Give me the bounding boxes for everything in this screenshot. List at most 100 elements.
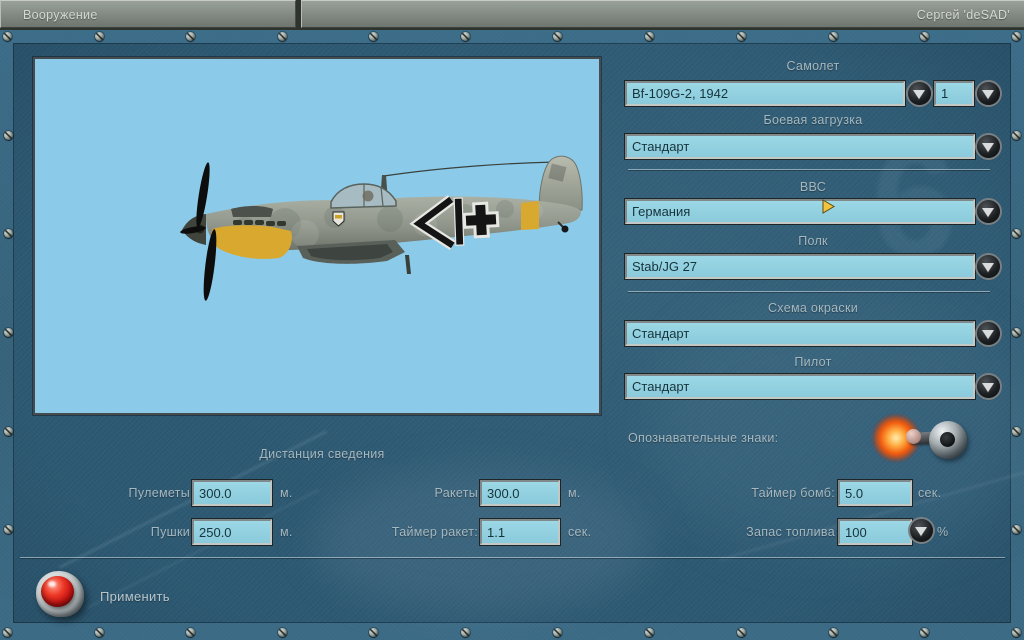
machineguns-label: Пулеметы xyxy=(128,486,190,500)
chevron-down-icon xyxy=(913,90,925,99)
fuel-unit: % xyxy=(937,525,949,539)
pilot-section-label: Пилот xyxy=(794,355,832,369)
markings-toggle-switch[interactable] xyxy=(929,421,967,459)
screw-icon xyxy=(1012,525,1021,534)
screw-icon xyxy=(278,628,287,637)
regiment-select[interactable]: Stab/JG 27 xyxy=(625,254,975,279)
screw-icon xyxy=(461,628,470,637)
screw-icon xyxy=(95,628,104,637)
pilot-dropdown-button[interactable] xyxy=(977,375,1000,398)
machineguns-input[interactable] xyxy=(192,480,272,506)
apply-button[interactable] xyxy=(36,571,84,617)
tab-armament-label: Вооружение xyxy=(23,8,98,22)
screw-icon xyxy=(95,32,104,41)
screw-icon xyxy=(829,628,838,637)
screw-icon xyxy=(645,628,654,637)
screw-icon xyxy=(4,328,13,337)
loadout-dropdown-button[interactable] xyxy=(977,135,1000,158)
chevron-down-icon xyxy=(982,143,994,152)
titlebar-right-panel: Сергей 'deSAD' xyxy=(301,0,1024,28)
rockets-input[interactable] xyxy=(480,480,560,506)
rockets-unit: м. xyxy=(568,486,581,500)
screw-icon xyxy=(4,131,13,140)
airforce-select-value: Германия xyxy=(632,204,691,219)
regiment-select-value: Stab/JG 27 xyxy=(632,259,698,274)
screw-icon xyxy=(369,628,378,637)
screw-icon xyxy=(186,628,195,637)
screw-icon xyxy=(3,32,12,41)
screw-icon xyxy=(461,32,470,41)
bomb-timer-unit: сек. xyxy=(918,486,942,500)
markings-label: Опознавательные знаки: xyxy=(628,431,779,445)
cannons-input[interactable] xyxy=(192,519,272,545)
screw-icon xyxy=(186,32,195,41)
toggle-knob xyxy=(906,429,921,444)
screw-icon xyxy=(4,229,13,238)
fuel-input[interactable] xyxy=(838,519,912,545)
screw-icon xyxy=(553,32,562,41)
aircraft-count-input[interactable] xyxy=(934,81,974,106)
screw-icon xyxy=(829,32,838,41)
section-divider xyxy=(628,291,990,292)
convergence-title: Дистанция сведения xyxy=(259,447,385,461)
aircraft-select[interactable]: Bf-109G-2, 1942 xyxy=(625,81,905,106)
apply-button-label[interactable]: Применить xyxy=(100,589,170,604)
fuel-label: Запас топлива xyxy=(746,525,835,539)
username-label: Сергей 'deSAD' xyxy=(916,8,1010,22)
cannons-unit: м. xyxy=(280,525,293,539)
loadout-select[interactable]: Стандарт xyxy=(625,134,975,159)
screw-icon xyxy=(278,32,287,41)
screw-icon xyxy=(4,427,13,436)
screw-icon xyxy=(1012,131,1021,140)
bomb-timer-input[interactable] xyxy=(838,480,912,506)
screw-icon xyxy=(920,628,929,637)
airforce-select[interactable]: Германия xyxy=(625,199,975,224)
screw-icon xyxy=(737,628,746,637)
chevron-down-icon xyxy=(982,90,994,99)
screw-icon xyxy=(553,628,562,637)
rocket-timer-input[interactable] xyxy=(480,519,560,545)
apply-button-icon xyxy=(41,576,74,607)
screw-icon xyxy=(3,628,12,637)
aircraft-select-value: Bf-109G-2, 1942 xyxy=(632,86,729,101)
loadout-section-label: Боевая загрузка xyxy=(763,113,863,127)
fuel-dropdown-button[interactable] xyxy=(910,519,933,542)
paint-scheme-select[interactable]: Стандарт xyxy=(625,321,975,346)
cursor-icon xyxy=(822,199,835,214)
top-bar: Вооружение Сергей 'deSAD' xyxy=(0,0,1024,30)
chevron-down-icon xyxy=(982,263,994,272)
pilot-select-value: Стандарт xyxy=(632,379,690,394)
loadout-select-value: Стандарт xyxy=(632,139,690,154)
screw-icon xyxy=(4,525,13,534)
regiment-section-label: Полк xyxy=(798,234,828,248)
cannons-label: Пушки xyxy=(150,525,190,539)
aircraft-count-dropdown-button[interactable] xyxy=(977,82,1000,105)
rockets-label: Ракеты xyxy=(434,486,478,500)
aircraft-dropdown-button[interactable] xyxy=(908,82,931,105)
screw-icon xyxy=(1012,628,1021,637)
screw-icon xyxy=(1012,32,1021,41)
screw-icon xyxy=(920,32,929,41)
airforce-dropdown-button[interactable] xyxy=(977,200,1000,223)
screw-icon xyxy=(645,32,654,41)
tab-armament[interactable]: Вооружение xyxy=(0,0,296,28)
aircraft-preview-panel xyxy=(33,57,601,415)
bomb-timer-label: Таймер бомб: xyxy=(751,486,835,500)
aircraft-section-label: Самолет xyxy=(786,59,840,73)
paint-scheme-dropdown-button[interactable] xyxy=(977,322,1000,345)
rocket-timer-unit: сек. xyxy=(568,525,592,539)
aircraft-image xyxy=(35,59,599,413)
section-divider xyxy=(628,169,990,170)
chevron-down-icon xyxy=(982,208,994,217)
machineguns-unit: м. xyxy=(280,486,293,500)
footer-divider xyxy=(20,557,1005,558)
screw-icon xyxy=(1012,229,1021,238)
pilot-select[interactable]: Стандарт xyxy=(625,374,975,399)
regiment-dropdown-button[interactable] xyxy=(977,255,1000,278)
screw-icon xyxy=(369,32,378,41)
paint-scheme-section-label: Схема окраски xyxy=(767,301,859,315)
chevron-down-icon xyxy=(982,330,994,339)
airforce-section-label: ВВС xyxy=(799,180,827,194)
screw-icon xyxy=(1012,328,1021,337)
rocket-timer-label: Таймер ракет: xyxy=(391,525,478,539)
